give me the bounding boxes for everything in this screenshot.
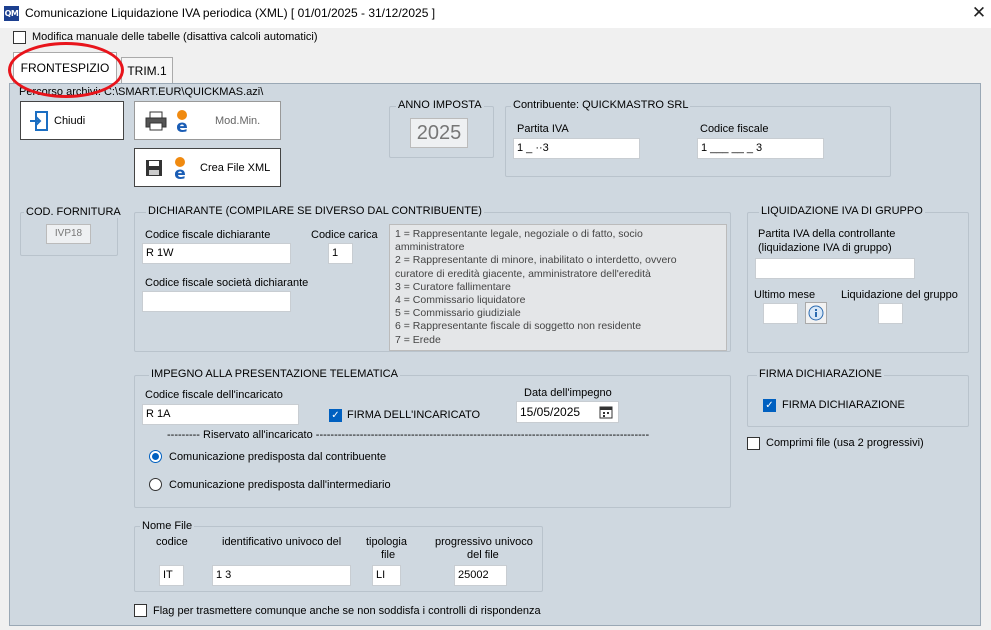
partita-iva-field[interactable]: 1 _ ··3 <box>513 138 640 159</box>
printer-icon <box>145 111 167 130</box>
impegno-label: IMPEGNO ALLA PRESENTAZIONE TELEMATICA <box>149 368 400 380</box>
codice-field[interactable]: IT <box>159 565 184 586</box>
nome-file-label: Nome File <box>140 520 195 532</box>
flag-trasmettere-checkbox[interactable] <box>134 604 147 617</box>
carica-option: 1 = Rappresentante legale, negoziale o d… <box>395 228 643 240</box>
cf-incaricato-field[interactable]: R 1A <box>142 404 299 425</box>
carica-option: 4 = Commissario liquidatore <box>395 294 526 307</box>
contribuente-label: Contribuente: QUICKMASTRO SRL <box>511 99 691 111</box>
manual-edit-checkbox[interactable] <box>13 31 26 44</box>
radio-contribuente[interactable] <box>149 450 162 463</box>
carica-option: amministratore <box>395 241 465 254</box>
carica-option: 2 = Rappresentante di minore, inabilitat… <box>395 254 677 267</box>
firma-incaricato-checkbox[interactable] <box>329 409 342 422</box>
window-title: Comunicazione Liquidazione IVA periodica… <box>25 6 436 20</box>
calendar-icon[interactable] <box>599 405 613 419</box>
radio-contribuente-label: Comunicazione predisposta dal contribuen… <box>169 451 387 463</box>
codice-carica-label: Codice carica <box>311 229 378 241</box>
cod-fornitura-label: COD. FORNITURA <box>24 206 123 218</box>
data-impegno-label: Data dell'impegno <box>524 387 612 399</box>
piva-controllante-field[interactable] <box>755 258 915 279</box>
progressivo-field[interactable]: 25002 <box>454 565 507 586</box>
crea-file-xml-label: Crea File XML <box>200 161 271 174</box>
svg-text:e: e <box>176 117 188 134</box>
cf-dichiarante-field[interactable]: R 1W <box>142 243 291 264</box>
progressivo-label-1: progressivo univoco <box>435 536 533 548</box>
carica-option: curatore di eredità giacente, amministra… <box>395 267 651 280</box>
ultimo-mese-label: Ultimo mese <box>754 289 816 301</box>
codice-fiscale-label: Codice fiscale <box>700 123 769 135</box>
modmin-label: Mod.Min. <box>215 114 261 127</box>
crea-file-xml-button[interactable]: e Crea File XML <box>134 148 281 187</box>
highlight-circle <box>8 42 124 98</box>
firma-dichiarazione-checkbox[interactable] <box>763 399 776 412</box>
ie-logo-icon: e <box>176 109 188 134</box>
flag-trasmettere-label: Flag per trasmettere comunque anche se n… <box>153 605 541 617</box>
radio-intermediario-label: Comunicazione predisposta dall'intermedi… <box>169 479 391 491</box>
partita-iva-label: Partita IVA <box>517 123 569 135</box>
cf-societa-label: Codice fiscale società dichiarante <box>145 277 309 289</box>
svg-text:e: e <box>174 164 186 181</box>
piva-controllante-label-1: Partita IVA della controllante <box>758 228 896 240</box>
save-floppy-icon <box>146 159 162 176</box>
firma-incaricato-label: FIRMA DELL'INCARICATO <box>347 409 481 421</box>
comprimi-label: Comprimi file (usa 2 progressivi) <box>766 437 924 449</box>
dichiarante-label: DICHIARANTE (COMPILARE SE DIVERSO DAL CO… <box>146 205 484 217</box>
codice-carica-field[interactable]: 1 <box>328 243 353 264</box>
ie-logo-icon: e <box>174 156 186 181</box>
data-impegno-value: 15/05/2025 <box>520 405 581 419</box>
close-icon[interactable]: ✕ <box>968 2 990 24</box>
tipologia-label-1: tipologia <box>366 536 407 548</box>
liq-gruppo-label: Liquidazione del gruppo <box>841 289 958 301</box>
firma-label: FIRMA DICHIARAZIONE <box>757 368 884 380</box>
cod-fornitura-value: IVP18 <box>46 224 91 244</box>
gruppo-label: LIQUIDAZIONE IVA DI GRUPPO <box>759 205 925 217</box>
tipologia-field[interactable]: LI <box>372 565 401 586</box>
riservato-incaricato-label: --------- Riservato all'incaricato -----… <box>167 429 650 441</box>
progressivo-label-2: del file <box>467 549 499 561</box>
identificativo-field[interactable]: 1 3 <box>212 565 351 586</box>
carica-option: 7 = Erede <box>395 333 441 346</box>
radio-intermediario[interactable] <box>149 478 162 491</box>
piva-controllante-label-2: (liquidazione IVA di gruppo) <box>758 242 892 254</box>
carica-option: 6 = Rappresentante fiscale di soggetto n… <box>395 320 642 333</box>
carica-option: 3 = Curatore fallimentare <box>395 280 511 293</box>
info-button[interactable] <box>805 302 827 324</box>
tab-trim1[interactable]: TRIM.1 <box>121 57 173 83</box>
app-logo-icon: QM <box>4 6 19 21</box>
codice-fiscale-field[interactable]: 1 ___ __ _ 3 <box>697 138 824 159</box>
chiudi-button[interactable]: Chiudi <box>20 101 124 140</box>
chiudi-label: Chiudi <box>54 114 86 127</box>
anno-imposta-label: ANNO IMPOSTA <box>396 99 484 111</box>
cf-dichiarante-label: Codice fiscale dichiarante <box>145 229 271 241</box>
codice-carica-legend: 1 = Rappresentante legale, negoziale o d… <box>389 224 727 351</box>
liq-gruppo-field[interactable] <box>878 303 903 324</box>
info-icon <box>808 305 824 321</box>
tipologia-label-2: file <box>381 549 396 561</box>
modmin-button[interactable]: e Mod.Min. <box>134 101 281 140</box>
manual-edit-label: Modifica manuale delle tabelle (disattiv… <box>32 31 318 43</box>
codice-label: codice <box>156 536 188 548</box>
firma-dichiarazione-checkbox-label: FIRMA DICHIARAZIONE <box>782 399 905 411</box>
ultimo-mese-field[interactable] <box>763 303 798 324</box>
exit-door-icon <box>30 110 48 131</box>
anno-imposta-value: 2025 <box>410 118 468 148</box>
cf-societa-field[interactable] <box>142 291 291 312</box>
identificativo-label: identificativo univoco del <box>222 536 342 548</box>
cf-incaricato-label: Codice fiscale dell'incaricato <box>145 389 283 401</box>
comprimi-checkbox[interactable] <box>747 437 760 450</box>
carica-option: 5 = Commissario giudiziale <box>395 307 521 320</box>
